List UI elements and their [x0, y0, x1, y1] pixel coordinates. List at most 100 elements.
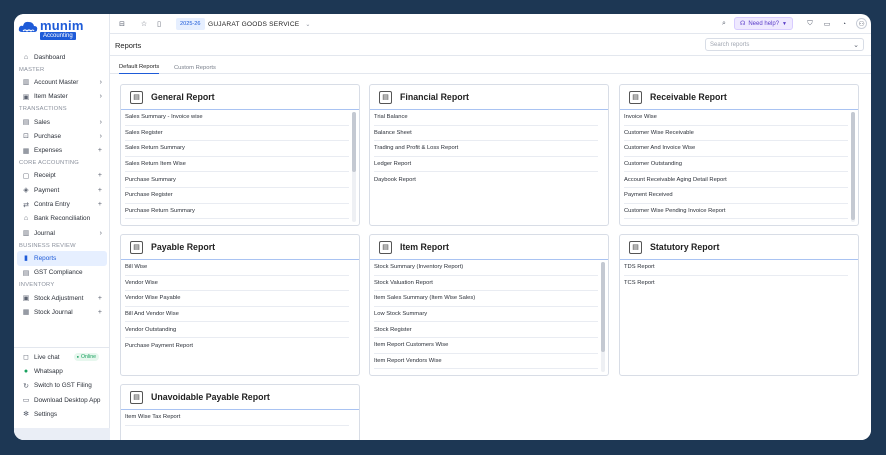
whatsapp-item[interactable]: ● Whatsapp [17, 364, 107, 378]
report-link[interactable]: Customer And Invoice Wise [624, 141, 848, 157]
app-logo[interactable]: munim Accounting [18, 18, 88, 40]
receipt-icon: ▤ [22, 119, 30, 127]
page-header: Reports Search reports ⌄ [110, 34, 871, 56]
report-link[interactable]: Trading and Profit & Loss Report [374, 141, 598, 157]
report-link[interactable]: Ledger Report [374, 157, 598, 173]
tab-custom-reports[interactable]: Custom Reports [174, 61, 216, 74]
card-header: ▤ General Report [121, 85, 359, 110]
switch-icon: ↻ [23, 382, 29, 390]
sidebar-item-stock-journal[interactable]: ▦ Stock Journal + [17, 305, 107, 319]
plus-icon[interactable]: + [98, 147, 102, 154]
report-link[interactable]: Stock Valuation Report [374, 276, 598, 292]
sidebar-item-gst[interactable]: ▤ GST Compliance [17, 266, 107, 280]
report-link[interactable]: Trial Balance [374, 110, 598, 126]
report-list: Sales Summary - Invoice wise Sales Regis… [121, 110, 359, 220]
star-icon[interactable]: ☆ [139, 19, 149, 29]
plus-icon[interactable]: + [98, 187, 102, 194]
report-link[interactable]: Bill Wise [125, 260, 349, 276]
card-header: ▤ Unavoidable Payable Report [121, 385, 359, 410]
sidebar-item-purchase[interactable]: ⊡ Purchase › [17, 129, 107, 143]
sidebar-item-label: GST Compliance [34, 269, 83, 277]
shield-icon[interactable]: ⛉ [805, 19, 815, 29]
sidebar-item-reports[interactable]: ▮ Reports [17, 251, 107, 266]
report-link[interactable]: Purchase Register [125, 188, 349, 204]
report-link[interactable]: Balance Sheet [374, 126, 598, 142]
report-link[interactable]: Bill And Vendor Wise [125, 307, 349, 323]
report-link[interactable]: Customer Outstanding [624, 157, 848, 173]
report-link[interactable]: TDS Report [624, 260, 848, 276]
message-icon[interactable]: ▭ [822, 19, 832, 29]
sidebar-item-bank-reconciliation[interactable]: ⌂ Bank Reconciliation [17, 212, 107, 226]
sidebar-item-receipt[interactable]: ▢ Receipt + [17, 169, 107, 183]
settings-item[interactable]: ✻ Settings [17, 407, 107, 421]
tab-default-reports[interactable]: Default Reports [119, 61, 160, 74]
bell-icon[interactable]: ◔ [839, 19, 849, 29]
collapse-sidebar-icon[interactable]: ⊟ [117, 19, 127, 29]
plus-icon[interactable]: + [98, 201, 102, 208]
scrollbar-thumb[interactable] [601, 262, 605, 352]
live-chat-item[interactable]: ◻ Live chat Online [17, 350, 107, 364]
report-link[interactable]: Account Receivable Aging Detail Report [624, 172, 848, 188]
report-link[interactable]: Vendor Outstanding [125, 322, 349, 338]
switch-gst-item[interactable]: ↻ Switch to GST Filing [17, 379, 107, 393]
headset-icon: ☊ [740, 21, 746, 27]
report-link[interactable]: Sales Return Item Wise [125, 157, 349, 173]
sidebar-item-account-master[interactable]: ▥ Account Master › [17, 75, 107, 89]
company-selector[interactable]: GUJARAT GOODS SERVICE ⌄ [208, 18, 311, 30]
sidebar-item-expenses[interactable]: ▦ Expenses + [17, 143, 107, 157]
report-link[interactable]: Sales Return Summary [125, 141, 349, 157]
card-title: Payable Report [151, 242, 216, 252]
report-link[interactable]: Sales Summary - Invoice wise [125, 110, 349, 126]
report-link[interactable]: Item Report Vendors Wise [374, 354, 598, 370]
download-app-item[interactable]: ▭ Download Desktop App [17, 393, 107, 407]
live-chat-label: Live chat [34, 353, 60, 361]
financial-year-chip[interactable]: 2025-26 [176, 18, 205, 30]
report-link[interactable]: Purchase Return Summary [125, 204, 349, 220]
report-link[interactable]: TCS Report [624, 276, 848, 292]
report-link[interactable]: Purchase Summary [125, 172, 349, 188]
sidebar-item-dashboard[interactable]: ⌂ Dashboard [17, 50, 107, 64]
download-app-label: Download Desktop App [34, 396, 101, 404]
report-link[interactable]: Vendor Wise [125, 276, 349, 292]
need-help-button[interactable]: ☊ Need help? ▼ [734, 17, 793, 30]
report-link[interactable]: Customer Wise Receivable [624, 126, 848, 142]
report-link[interactable]: Stock Summary (Inventory Report) [374, 260, 598, 276]
scrollbar[interactable] [601, 262, 605, 372]
report-list: Item Wise Tax Report [121, 410, 359, 426]
plus-icon[interactable]: + [98, 295, 102, 302]
report-link[interactable]: Stock Register [374, 322, 598, 338]
sidebar-item-payment[interactable]: ◈ Payment + [17, 183, 107, 197]
report-link[interactable]: Low Stock Summary [374, 307, 598, 323]
sidebar-item-item-master[interactable]: ▣ Item Master › [17, 90, 107, 104]
scrollbar-thumb[interactable] [851, 112, 855, 220]
report-link[interactable]: Item Sales Summary (Item Wise Sales) [374, 291, 598, 307]
plus-icon[interactable]: + [98, 172, 102, 179]
sidebar-item-stock-adjustment[interactable]: ▣ Stock Adjustment + [17, 291, 107, 305]
sidebar-item-journal[interactable]: ▥ Journal › [17, 226, 107, 240]
scrollbar[interactable] [851, 112, 855, 222]
report-link[interactable]: Payment Received [624, 188, 848, 204]
report-link[interactable]: Customer Wise Pending Invoice Report [624, 204, 848, 220]
report-link[interactable]: Invoice Wise [624, 110, 848, 126]
report-link[interactable]: Item Report Customers Wise [374, 338, 598, 354]
sidebar-item-sales[interactable]: ▤ Sales › [17, 115, 107, 129]
report-link[interactable]: Daybook Report [374, 172, 598, 188]
user-avatar-icon[interactable]: ⚇ [856, 18, 867, 29]
logo-name: munim [40, 18, 84, 33]
report-list: Bill Wise Vendor Wise Vendor Wise Payabl… [121, 260, 359, 354]
page-icon[interactable]: ▯ [154, 19, 164, 29]
report-link[interactable]: Sales Register [125, 126, 349, 142]
report-link[interactable]: Vendor Wise Payable [125, 291, 349, 307]
plus-icon[interactable]: + [98, 309, 102, 316]
search-icon[interactable]: ⌕ [719, 19, 729, 29]
chevron-right-icon: › [99, 229, 102, 237]
report-link[interactable]: Item Wise Tax Report [125, 410, 349, 426]
report-list: Trial Balance Balance Sheet Trading and … [370, 110, 608, 188]
sidebar-item-contra[interactable]: ⇄ Contra Entry + [17, 197, 107, 211]
scrollbar[interactable] [352, 112, 356, 222]
report-link[interactable]: Purchase Payment Report [125, 338, 349, 354]
search-reports-input[interactable]: Search reports ⌄ [705, 38, 864, 51]
sidebar-item-label: Contra Entry [34, 201, 70, 209]
cart-icon: ⊡ [23, 133, 29, 141]
scrollbar-thumb[interactable] [352, 112, 356, 172]
